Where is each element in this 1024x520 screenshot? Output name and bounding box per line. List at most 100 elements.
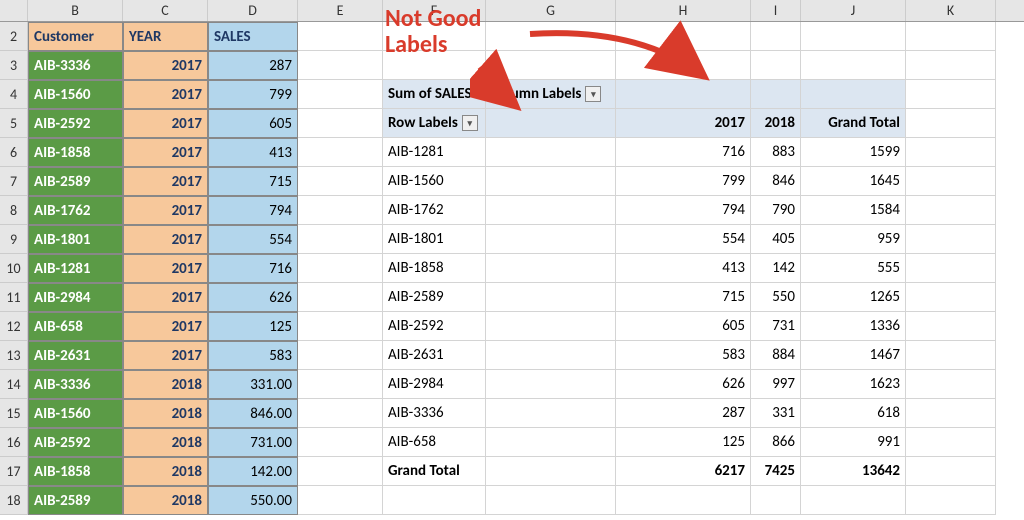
- cell[interactable]: [486, 341, 616, 370]
- cell[interactable]: 1336: [801, 312, 906, 341]
- cell[interactable]: 1584: [801, 196, 906, 225]
- cell[interactable]: [616, 22, 751, 51]
- cell[interactable]: 7425: [751, 457, 801, 486]
- cell[interactable]: AIB-3336: [28, 51, 123, 80]
- cell[interactable]: [751, 486, 801, 515]
- cell[interactable]: 554: [208, 225, 298, 254]
- cell[interactable]: 799: [208, 80, 298, 109]
- row-header-10[interactable]: 10: [0, 254, 28, 283]
- cell[interactable]: 790: [751, 196, 801, 225]
- cell[interactable]: 413: [616, 254, 751, 283]
- cell[interactable]: 2018: [123, 399, 208, 428]
- cell[interactable]: 997: [751, 370, 801, 399]
- cell[interactable]: 1467: [801, 341, 906, 370]
- cell[interactable]: 799: [616, 167, 751, 196]
- cell[interactable]: AIB-2589: [28, 486, 123, 515]
- cell[interactable]: [801, 80, 906, 109]
- cell[interactable]: AIB-1281: [383, 138, 486, 167]
- cell[interactable]: Sum of SALES: [383, 80, 486, 109]
- cell[interactable]: [298, 457, 383, 486]
- cell[interactable]: [486, 196, 616, 225]
- cell[interactable]: 142: [751, 254, 801, 283]
- cell[interactable]: [906, 109, 996, 138]
- cell[interactable]: 794: [208, 196, 298, 225]
- cell[interactable]: AIB-2631: [28, 341, 123, 370]
- cell[interactable]: 2017: [123, 254, 208, 283]
- cell[interactable]: [298, 370, 383, 399]
- col-header-B[interactable]: B: [28, 0, 123, 21]
- cell[interactable]: 2017: [123, 196, 208, 225]
- cell[interactable]: [906, 370, 996, 399]
- cell[interactable]: AIB-1560: [28, 399, 123, 428]
- cell[interactable]: Grand Total: [383, 457, 486, 486]
- cell[interactable]: AIB-1762: [383, 196, 486, 225]
- cell[interactable]: AIB-2984: [28, 283, 123, 312]
- cell[interactable]: 1265: [801, 283, 906, 312]
- cell[interactable]: Grand Total: [801, 109, 906, 138]
- cell[interactable]: [298, 196, 383, 225]
- cell[interactable]: 2017: [123, 138, 208, 167]
- cell[interactable]: 2017: [123, 167, 208, 196]
- cell[interactable]: [486, 138, 616, 167]
- cell[interactable]: AIB-2592: [28, 109, 123, 138]
- cell[interactable]: 866: [751, 428, 801, 457]
- cell[interactable]: [486, 254, 616, 283]
- row-header-18[interactable]: 18: [0, 486, 28, 515]
- cell[interactable]: AIB-2984: [383, 370, 486, 399]
- select-all-corner[interactable]: [0, 0, 28, 21]
- cell[interactable]: [906, 51, 996, 80]
- cell[interactable]: [906, 196, 996, 225]
- cell[interactable]: 583: [616, 341, 751, 370]
- cell[interactable]: [383, 486, 486, 515]
- pivot-row-dropdown[interactable]: ▾: [462, 115, 478, 131]
- cell[interactable]: 731: [751, 312, 801, 341]
- row-header-17[interactable]: 17: [0, 457, 28, 486]
- cell[interactable]: [751, 22, 801, 51]
- cell[interactable]: AIB-3336: [383, 399, 486, 428]
- cell[interactable]: [906, 138, 996, 167]
- cell[interactable]: YEAR: [123, 22, 208, 51]
- cell[interactable]: [298, 254, 383, 283]
- cell[interactable]: 287: [616, 399, 751, 428]
- cell[interactable]: 2017: [123, 80, 208, 109]
- row-header-3[interactable]: 3: [0, 51, 28, 80]
- cell[interactable]: [616, 486, 751, 515]
- row-header-15[interactable]: 15: [0, 399, 28, 428]
- cell[interactable]: [906, 80, 996, 109]
- col-header-I[interactable]: I: [751, 0, 801, 21]
- cell[interactable]: 626: [208, 283, 298, 312]
- cell[interactable]: [616, 80, 751, 109]
- cell[interactable]: [298, 138, 383, 167]
- cell[interactable]: 2017: [616, 109, 751, 138]
- cell[interactable]: 1599: [801, 138, 906, 167]
- cell[interactable]: AIB-1560: [383, 167, 486, 196]
- cell[interactable]: [298, 225, 383, 254]
- col-header-J[interactable]: J: [801, 0, 906, 21]
- cell[interactable]: AIB-1762: [28, 196, 123, 225]
- cell[interactable]: [906, 225, 996, 254]
- cell[interactable]: 142.00: [208, 457, 298, 486]
- cell[interactable]: 846: [751, 167, 801, 196]
- cell[interactable]: 555: [801, 254, 906, 283]
- cell[interactable]: [486, 312, 616, 341]
- cell[interactable]: 731.00: [208, 428, 298, 457]
- cell[interactable]: [906, 428, 996, 457]
- row-header-4[interactable]: 4: [0, 80, 28, 109]
- cell[interactable]: AIB-2631: [383, 341, 486, 370]
- cell[interactable]: [486, 283, 616, 312]
- cell[interactable]: 554: [616, 225, 751, 254]
- cell[interactable]: 6217: [616, 457, 751, 486]
- cell[interactable]: AIB-1801: [383, 225, 486, 254]
- row-header-5[interactable]: 5: [0, 109, 28, 138]
- cell[interactable]: [486, 457, 616, 486]
- cell[interactable]: [906, 486, 996, 515]
- cell[interactable]: AIB-1560: [28, 80, 123, 109]
- cell[interactable]: 2017: [123, 283, 208, 312]
- cell[interactable]: AIB-1858: [28, 138, 123, 167]
- cell[interactable]: [298, 283, 383, 312]
- cell[interactable]: AIB-658: [28, 312, 123, 341]
- cell[interactable]: 405: [751, 225, 801, 254]
- cell[interactable]: 331: [751, 399, 801, 428]
- row-header-14[interactable]: 14: [0, 370, 28, 399]
- cell[interactable]: 583: [208, 341, 298, 370]
